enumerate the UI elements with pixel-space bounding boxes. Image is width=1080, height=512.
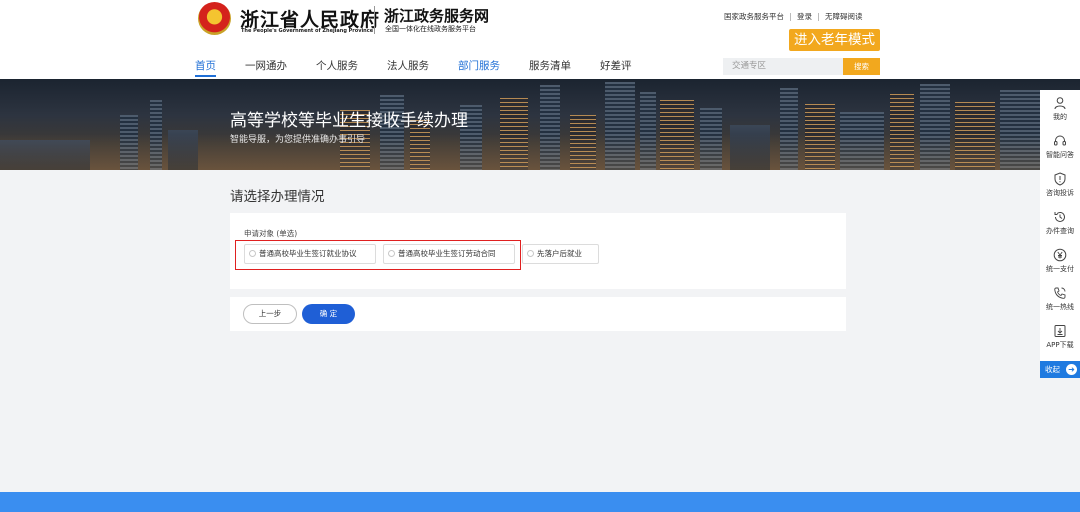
nav-item-home[interactable]: 首页 xyxy=(195,58,216,77)
sidebar-item-query[interactable]: 办件查询 xyxy=(1040,210,1080,236)
sidebar-label: 咨询投诉 xyxy=(1046,189,1074,197)
nav-item-department[interactable]: 部门服务 xyxy=(458,58,500,73)
sidebar-label: 办件查询 xyxy=(1046,227,1074,235)
search-input[interactable]: 交通专区 xyxy=(723,58,843,75)
main-nav: 首页 一网通办 个人服务 法人服务 部门服务 服务清单 好差评 xyxy=(195,58,632,77)
headset-icon xyxy=(1054,135,1066,146)
annotation-highlight-box xyxy=(235,240,521,270)
national-platform-link[interactable]: 国家政务服务平台 xyxy=(724,11,784,22)
collapse-label: 收起 xyxy=(1045,365,1060,374)
search-button[interactable]: 搜索 xyxy=(843,58,880,75)
arrow-right-icon: ➜ xyxy=(1066,364,1077,375)
nav-item-one-stop[interactable]: 一网通办 xyxy=(245,58,287,73)
divider xyxy=(818,12,819,21)
sidebar-label: 智能问答 xyxy=(1046,151,1074,159)
elder-mode-button[interactable]: 进入老年模式 xyxy=(789,29,880,51)
banner-subtitle: 智能导服，为您提供准确办事引导 xyxy=(230,135,366,145)
confirm-button[interactable]: 确 定 xyxy=(302,304,355,324)
sidebar-label: 统一热线 xyxy=(1046,303,1074,311)
nav-item-corporate[interactable]: 法人服务 xyxy=(387,58,429,73)
sidebar-item-hotline[interactable]: 统一热线 xyxy=(1040,286,1080,312)
nav-item-review[interactable]: 好差评 xyxy=(600,58,632,73)
login-link[interactable]: 登录 xyxy=(797,11,812,22)
top-links: 国家政务服务平台 登录 无障碍阅读 xyxy=(724,11,863,22)
sidebar-label: 我的 xyxy=(1053,113,1067,121)
prev-step-button[interactable]: 上一步 xyxy=(243,304,297,324)
sidebar-label: 统一支付 xyxy=(1046,265,1074,273)
footer-bar xyxy=(0,492,1080,512)
national-emblem-logo xyxy=(198,2,231,35)
radio-icon[interactable] xyxy=(527,250,534,257)
accessibility-link[interactable]: 无障碍阅读 xyxy=(825,11,863,22)
actions-card: 上一步 确 定 xyxy=(230,297,846,331)
phone-icon xyxy=(1054,287,1066,299)
brand-divider xyxy=(374,6,375,34)
site-header: 浙江省人民政府 The People's Government of Zheji… xyxy=(0,0,1080,79)
city-banner: 高等学校等毕业生接收手续办理 智能导服，为您提供准确办事引导 xyxy=(0,79,1080,170)
download-icon xyxy=(1054,325,1066,337)
site-title[interactable]: 浙江政务服务网 xyxy=(384,5,489,26)
banner-glow xyxy=(0,134,1080,170)
collapse-sidebar-button[interactable]: 收起 ➜ xyxy=(1040,361,1080,378)
page-title: 请选择办理情况 xyxy=(230,189,325,205)
option-settle-first[interactable]: 先落户后就业 xyxy=(522,244,599,264)
yen-icon xyxy=(1053,248,1067,262)
banner-title: 高等学校等毕业生接收手续办理 xyxy=(230,111,468,131)
divider xyxy=(790,12,791,21)
sidebar-label: APP下载 xyxy=(1046,341,1074,349)
user-icon xyxy=(1054,97,1066,110)
nav-item-service-list[interactable]: 服务清单 xyxy=(529,58,571,73)
applicant-label: 申请对象 (单选) xyxy=(244,229,298,238)
option-label: 先落户后就业 xyxy=(537,249,582,258)
history-icon xyxy=(1054,211,1065,222)
right-sidebar: 我的 智能问答 咨询投诉 办件查询 统一支付 统一热线 APP下载 xyxy=(1040,90,1080,361)
sidebar-item-qa[interactable]: 智能问答 xyxy=(1040,134,1080,160)
gov-subtitle: The People's Government of Zhejiang Prov… xyxy=(241,28,374,34)
sidebar-item-payment[interactable]: 统一支付 xyxy=(1040,248,1080,274)
site-subtitle: 全国一体化在线政务服务平台 xyxy=(385,25,476,33)
nav-item-personal[interactable]: 个人服务 xyxy=(316,58,358,73)
sidebar-item-app-download[interactable]: APP下载 xyxy=(1040,324,1080,350)
shield-icon xyxy=(1054,172,1066,186)
sidebar-item-my[interactable]: 我的 xyxy=(1040,96,1080,122)
sidebar-item-complaint[interactable]: 咨询投诉 xyxy=(1040,172,1080,198)
